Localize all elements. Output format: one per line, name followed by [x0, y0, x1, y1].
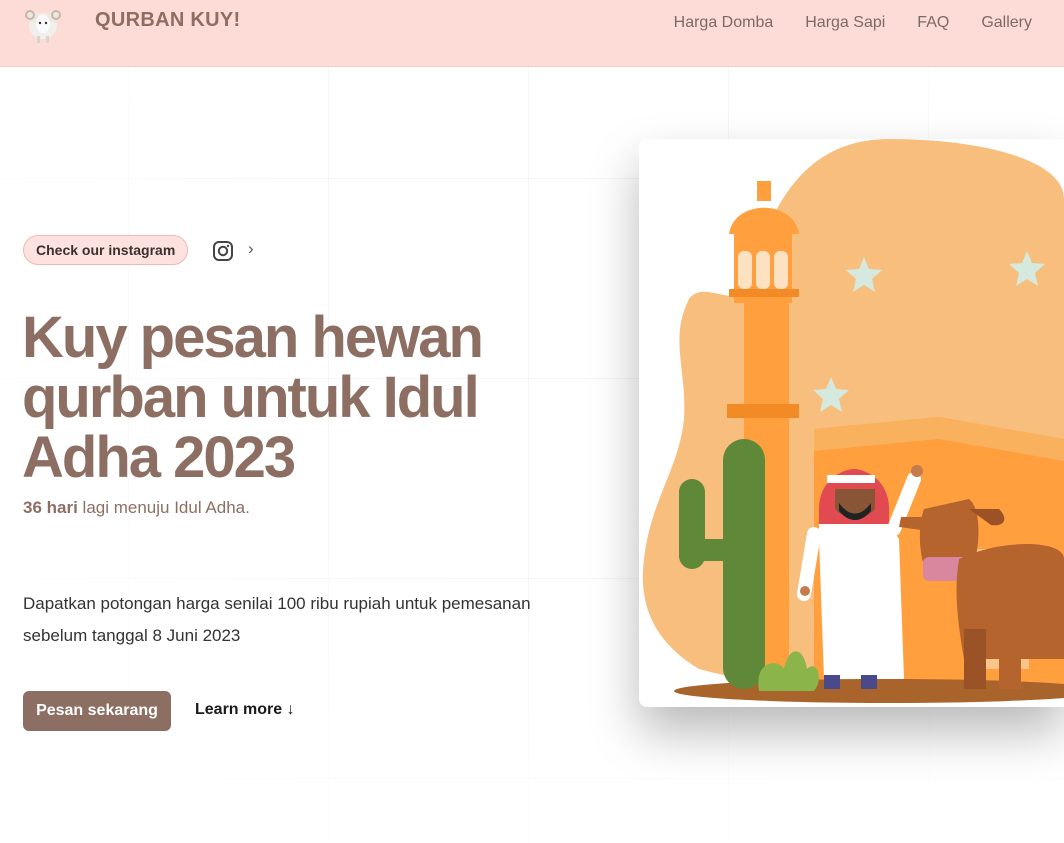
top-navbar: QURBAN KUY! Harga Domba Harga Sapi FAQ G…: [0, 0, 1064, 67]
nav-faq[interactable]: FAQ: [917, 14, 949, 32]
nav-harga-domba[interactable]: Harga Domba: [674, 14, 774, 32]
main-nav: Harga Domba Harga Sapi FAQ Gallery: [674, 14, 1032, 32]
instagram-icon[interactable]: [212, 240, 234, 262]
nav-harga-sapi[interactable]: Harga Sapi: [805, 14, 885, 32]
countdown-text: 36 hari lagi menuju Idul Adha.: [23, 498, 250, 518]
brand-name[interactable]: QURBAN KUY!: [95, 9, 241, 32]
sheep-icon[interactable]: [22, 2, 64, 44]
learn-more-link[interactable]: Learn more ↓: [195, 701, 295, 719]
countdown-rest: lagi menuju Idul Adha.: [77, 498, 250, 517]
mosque-cow-illustration: [642, 139, 1064, 703]
nav-gallery[interactable]: Gallery: [981, 14, 1032, 32]
chevron-right-icon[interactable]: ›: [248, 239, 254, 259]
countdown-days: 36 hari: [23, 498, 78, 517]
instagram-pill[interactable]: Check our instagram: [23, 235, 189, 265]
hero-description: Dapatkan potongan harga senilai 100 ribu…: [23, 594, 531, 645]
order-now-button[interactable]: Pesan sekarang: [23, 691, 171, 731]
hero-illustration-card: [639, 139, 1064, 707]
hero-title: Kuy pesan hewan qurban untuk Idul Adha 2…: [22, 305, 484, 490]
